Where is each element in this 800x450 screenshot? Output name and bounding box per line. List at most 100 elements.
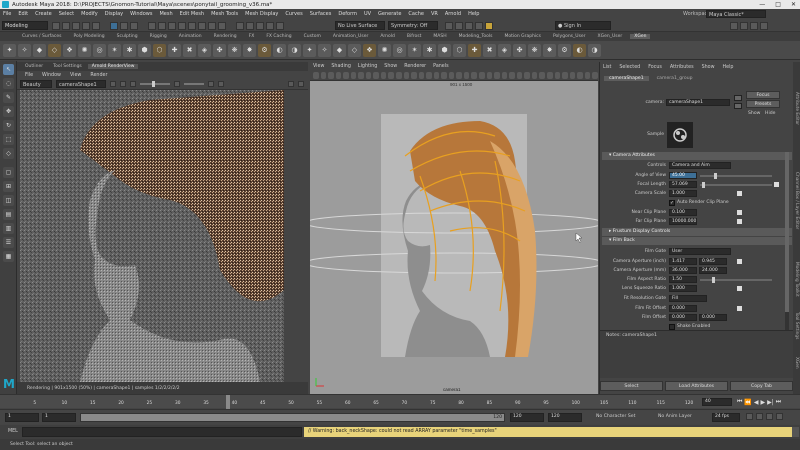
side-tab-channel-box[interactable]: Channel Box / Layer Editor <box>794 172 799 229</box>
viewport-tool-icon[interactable] <box>411 72 417 79</box>
command-input[interactable] <box>22 427 302 437</box>
two-view-icon[interactable]: ◫ <box>3 195 14 206</box>
viewport-tool-icon[interactable] <box>592 72 598 79</box>
play-forward-icon[interactable]: ▶ <box>761 399 766 406</box>
range-start-field[interactable]: 1 <box>5 413 39 422</box>
close-button[interactable]: ✕ <box>791 1 796 8</box>
input-connections-icon[interactable] <box>734 95 742 101</box>
rv-menu-window[interactable]: Window <box>42 73 61 78</box>
arnold-render-icon[interactable] <box>485 22 493 30</box>
shelf-tool-icon[interactable]: ⚙ <box>558 43 571 57</box>
vp-menu-view[interactable]: View <box>313 64 324 69</box>
shelf-tab-bifrost[interactable]: Bifrost <box>403 34 426 39</box>
auto-clip-checkbox[interactable]: ✓ <box>669 200 675 206</box>
ae-menu-focus[interactable]: Focus <box>648 65 662 70</box>
tab-camerashape1[interactable]: cameraShape1 <box>604 76 649 81</box>
viewport-tool-icon[interactable] <box>441 72 447 79</box>
tab-arnold-renderview[interactable]: Arnold RenderView <box>87 64 139 69</box>
shelf-tab-animation-user[interactable]: Animation_User <box>329 34 372 39</box>
snap-plane-icon[interactable] <box>266 22 274 30</box>
time-slider[interactable]: 5 10 15 20 25 30 35 40 45 50 55 60 65 70 75 80 85 90 95 100… <box>0 394 800 409</box>
menu-vr[interactable]: VR <box>431 11 438 17</box>
angle-of-view-slider[interactable] <box>700 173 772 179</box>
viewport-tool-icon[interactable] <box>546 72 553 79</box>
side-tab-tool-settings[interactable]: Tool Settings <box>794 312 799 339</box>
mask-icon-7[interactable] <box>208 22 216 30</box>
gamma-slider[interactable] <box>184 83 204 85</box>
workspace-dropdown[interactable]: Maya Classic* <box>706 10 766 18</box>
shelf-tool-icon[interactable]: ◆ <box>333 43 346 57</box>
shelf-tool-icon[interactable]: ◑ <box>588 43 601 57</box>
viewport-tool-icon[interactable] <box>531 72 538 79</box>
section-frustum-display[interactable]: ▸ Frustum Display Controls <box>602 228 792 236</box>
toggle-tool-settings-icon[interactable] <box>750 22 758 30</box>
open-scene-icon[interactable] <box>62 22 70 30</box>
vp-menu-shading[interactable]: Shading <box>331 64 351 69</box>
film-aspect-slider[interactable] <box>700 277 772 283</box>
notes-area[interactable]: Notes: cameraShape1 <box>600 330 793 378</box>
viewport-tool-icon[interactable] <box>486 72 493 79</box>
shelf-tab-mash[interactable]: MASH <box>429 34 450 39</box>
presets-button[interactable]: Presets <box>746 100 780 108</box>
lens-squeeze-field[interactable]: 1.000 <box>669 285 697 292</box>
viewport-tool-icon[interactable] <box>373 72 379 79</box>
character-set-label[interactable]: No Character Set <box>596 414 635 419</box>
far-clip-key-icon[interactable] <box>737 219 742 224</box>
shelf-tool-icon[interactable]: ◈ <box>198 43 211 57</box>
ae-menu-show[interactable]: Show <box>702 65 715 70</box>
menu-edit[interactable]: Edit <box>18 11 28 17</box>
anim-prefs-icon[interactable] <box>776 413 783 420</box>
lasso-tool-icon[interactable]: ◌ <box>3 78 14 89</box>
film-offset-x-field[interactable]: 0.000 <box>669 314 697 321</box>
focal-length-field[interactable]: 57.069 <box>669 181 697 188</box>
menu-set-dropdown[interactable]: Modeling <box>2 21 48 30</box>
select-hierarchy-icon[interactable] <box>110 22 118 30</box>
step-back-icon[interactable]: ◀ <box>754 399 759 406</box>
shelf-tool-icon[interactable]: ◐ <box>273 43 286 57</box>
shelf-tool-icon[interactable]: ⬢ <box>438 43 451 57</box>
side-tab-attribute-editor[interactable]: Attribute Editor <box>794 92 799 125</box>
shelf-tool-icon[interactable]: ✦ <box>303 43 316 57</box>
viewport-tool-icon[interactable] <box>320 72 327 79</box>
shelf-tab-polygons-user[interactable]: Polygons_User <box>549 34 590 39</box>
snap-point-icon[interactable] <box>256 22 264 30</box>
menu-curves[interactable]: Curves <box>285 11 302 17</box>
shelf-tab-xgen-user[interactable]: XGen_User <box>594 34 627 39</box>
focal-length-slider[interactable] <box>700 182 772 188</box>
single-view-icon[interactable]: ▢ <box>3 167 14 178</box>
shelf-tab-fx[interactable]: FX <box>245 34 259 39</box>
loop-icon[interactable] <box>746 413 753 420</box>
camera-dropdown[interactable]: cameraShape1 <box>56 80 106 88</box>
paint-select-icon[interactable]: ✎ <box>3 92 14 103</box>
shelf-tool-icon[interactable]: ✶ <box>108 43 121 57</box>
select-object-icon[interactable] <box>120 22 128 30</box>
exposure-icon[interactable] <box>130 81 136 87</box>
viewport-tool-icon[interactable] <box>448 72 455 79</box>
anim-layer-label[interactable]: No Anim Layer <box>658 414 692 419</box>
side-tab-xgen[interactable]: XGen <box>794 357 799 369</box>
shelf-tab-curves-surfaces[interactable]: Curves / Surfaces <box>18 34 66 39</box>
shelf-tool-icon[interactable]: ◈ <box>498 43 511 57</box>
mask-icon-6[interactable] <box>198 22 206 30</box>
select-button[interactable]: Select <box>600 381 663 391</box>
viewport-tool-icon[interactable] <box>433 72 440 79</box>
shelf-tab-rigging[interactable]: Rigging <box>146 34 171 39</box>
ae-menu-selected[interactable]: Selected <box>619 65 640 70</box>
range-bar[interactable]: 120 <box>80 413 505 422</box>
region-icon[interactable] <box>218 81 224 87</box>
viewport-tool-icon[interactable] <box>494 72 500 79</box>
shelf-tab-poly-modeling[interactable]: Poly Modeling <box>70 34 109 39</box>
menu-mesh[interactable]: Mesh <box>159 11 172 17</box>
shelf-tool-icon[interactable]: ✺ <box>78 43 91 57</box>
select-tool-icon[interactable]: ↖ <box>3 64 14 75</box>
viewport-tool-icon[interactable] <box>456 72 462 79</box>
minimize-button[interactable]: — <box>759 1 765 8</box>
mask-icon-8[interactable] <box>218 22 226 30</box>
viewport-tool-icon[interactable] <box>562 72 568 79</box>
gamma-icon[interactable] <box>174 81 180 87</box>
viewport-tool-icon[interactable] <box>426 72 432 79</box>
viewport-tool-icon[interactable] <box>313 72 319 79</box>
snapshot-icon[interactable] <box>208 81 214 87</box>
rv-menu-render[interactable]: Render <box>90 73 107 78</box>
menu-file[interactable]: File <box>3 11 11 17</box>
